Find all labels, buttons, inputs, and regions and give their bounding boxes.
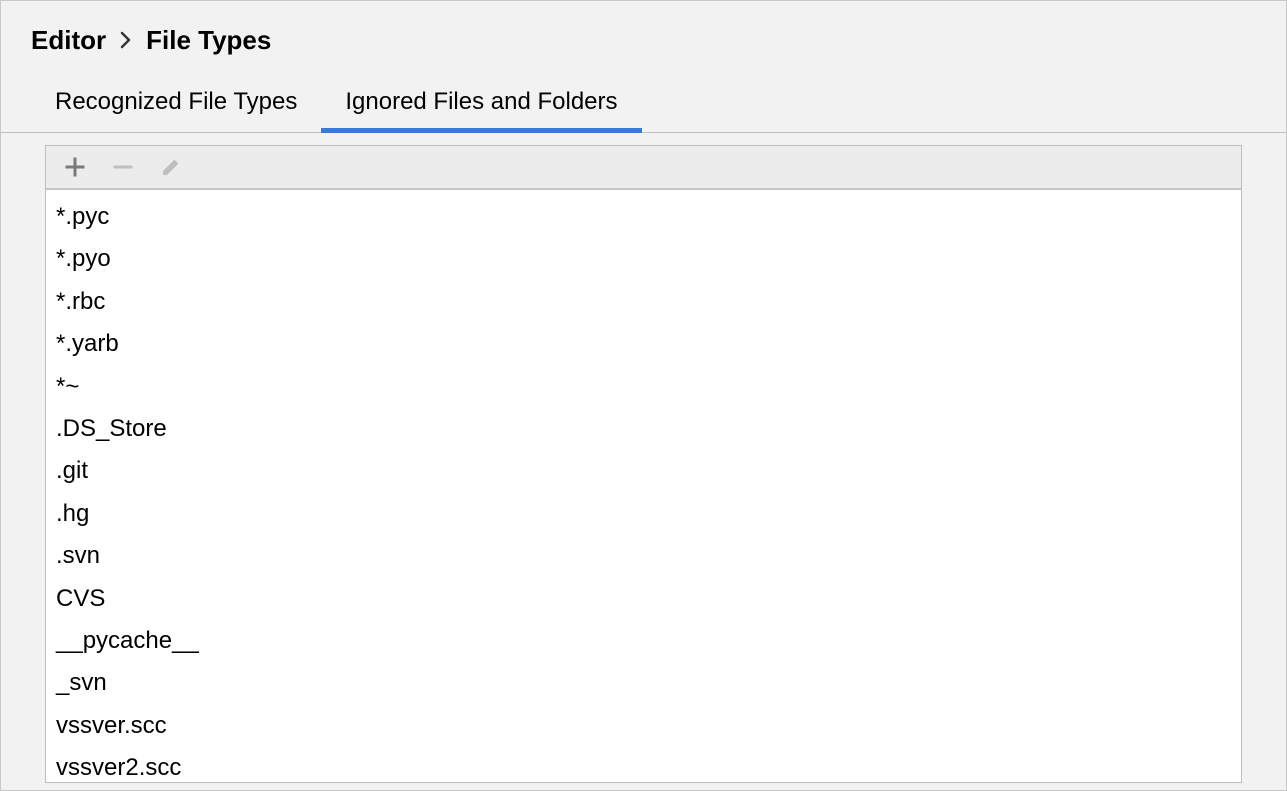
tabs: Recognized File Types Ignored Files and … xyxy=(1,74,1286,133)
plus-icon xyxy=(64,156,86,178)
list-item[interactable]: *.pyo xyxy=(46,238,1241,280)
list-toolbar xyxy=(46,146,1241,190)
list-item[interactable]: .git xyxy=(46,450,1241,492)
list-item[interactable]: __pycache__ xyxy=(46,620,1241,662)
chevron-right-icon xyxy=(120,29,132,55)
list-item[interactable]: *~ xyxy=(46,366,1241,408)
list-item[interactable]: .DS_Store xyxy=(46,408,1241,450)
list-item[interactable]: *.yarb xyxy=(46,323,1241,365)
pencil-icon xyxy=(160,156,182,178)
list-item[interactable]: *.rbc xyxy=(46,281,1241,323)
minus-icon xyxy=(112,156,134,178)
breadcrumb: Editor File Types xyxy=(1,1,1286,74)
list-item[interactable]: .svn xyxy=(46,535,1241,577)
list-item[interactable]: _svn xyxy=(46,662,1241,704)
breadcrumb-parent[interactable]: Editor xyxy=(31,25,106,56)
add-button[interactable] xyxy=(64,156,86,178)
list-item[interactable]: .hg xyxy=(46,493,1241,535)
list-item[interactable]: *.pyc xyxy=(46,196,1241,238)
list-item[interactable]: vssver2.scc xyxy=(46,747,1241,783)
ignored-patterns-container: *.pyc*.pyo*.rbc*.yarb*~.DS_Store.git.hg.… xyxy=(45,145,1242,783)
ignored-patterns-list[interactable]: *.pyc*.pyo*.rbc*.yarb*~.DS_Store.git.hg.… xyxy=(46,190,1241,783)
edit-button[interactable] xyxy=(160,156,182,178)
tab-ignored-files-and-folders[interactable]: Ignored Files and Folders xyxy=(321,74,641,132)
list-item[interactable]: vssver.scc xyxy=(46,705,1241,747)
settings-panel: Editor File Types Recognized File Types … xyxy=(0,0,1287,791)
breadcrumb-current: File Types xyxy=(146,25,271,56)
tab-recognized-file-types[interactable]: Recognized File Types xyxy=(31,74,321,132)
remove-button[interactable] xyxy=(112,156,134,178)
list-item[interactable]: CVS xyxy=(46,578,1241,620)
